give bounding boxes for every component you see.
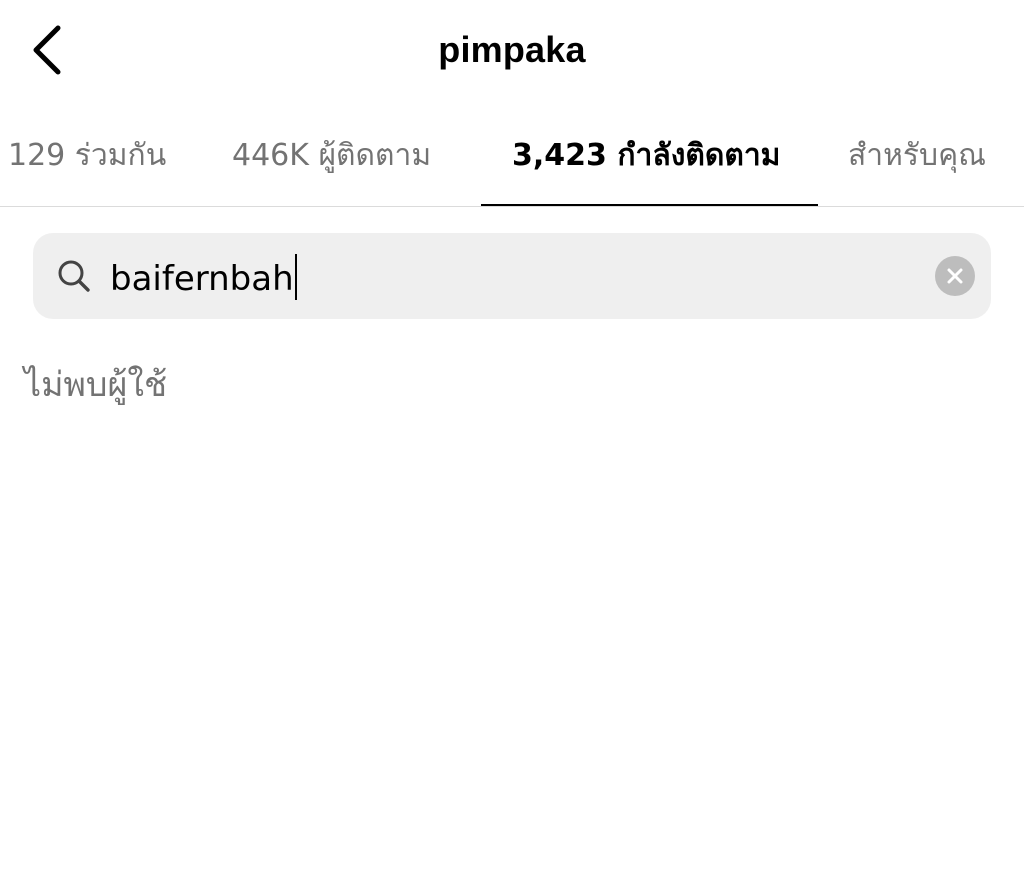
tab-followers[interactable]: 446K ผู้ติดตาม xyxy=(232,136,431,176)
search-bar[interactable]: baifernbah xyxy=(33,233,991,319)
tab-for-you[interactable]: สำหรับคุณ xyxy=(848,136,986,176)
page-title: pimpaka xyxy=(438,29,586,70)
active-tab-indicator xyxy=(481,204,818,206)
search-input-text: baifernbah xyxy=(110,259,294,299)
clear-search-button[interactable] xyxy=(935,256,975,296)
tab-mutual[interactable]: 129 ร่วมกัน xyxy=(8,136,166,176)
clear-circle-icon xyxy=(947,268,963,284)
text-cursor xyxy=(294,254,297,300)
no-users-found-message: ไม่พบผู้ใช้ xyxy=(24,365,168,405)
header: pimpaka xyxy=(0,0,1024,100)
search-input[interactable]: baifernbah xyxy=(110,254,297,300)
tab-bar: 129 ร่วมกัน 446K ผู้ติดตาม 3,423 กำลังติ… xyxy=(0,108,1024,207)
search-icon xyxy=(58,260,90,292)
tab-following[interactable]: 3,423 กำลังติดตาม xyxy=(512,136,780,176)
